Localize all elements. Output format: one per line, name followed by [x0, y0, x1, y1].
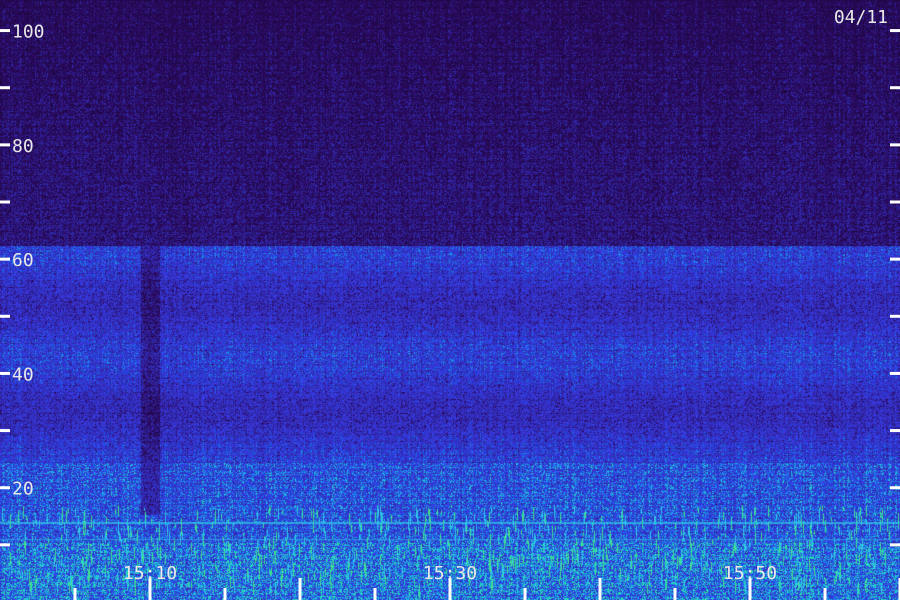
y-tick-label: 40 [12, 364, 34, 385]
y-major-tick-right [890, 29, 900, 33]
x-major-tick [298, 578, 302, 600]
spectrogram-axes: 100 80 60 40 20 15:10 15:30 15:50 04/11 [0, 7, 900, 600]
y-major-tick-right [890, 371, 900, 375]
x-minor-tick [373, 588, 377, 600]
y-minor-tick-right [890, 86, 900, 90]
x-minor-tick [673, 588, 677, 600]
x-tick-label: 15:50 [723, 563, 777, 584]
y-axis-right [890, 29, 900, 547]
spectrogram-chart: 100 80 60 40 20 15:10 15:30 15:50 04/11 [0, 0, 900, 600]
x-major-tick [598, 578, 602, 600]
y-major-tick [0, 257, 10, 261]
y-minor-tick [0, 200, 10, 204]
y-axis-left: 100 80 60 40 20 [0, 22, 45, 547]
x-tick-label: 15:30 [423, 563, 477, 584]
y-minor-tick-right [890, 314, 900, 318]
y-major-tick-right [890, 486, 900, 490]
x-minor-tick [223, 588, 227, 600]
y-tick-label: 100 [12, 22, 45, 43]
x-minor-tick [823, 588, 827, 600]
y-minor-tick [0, 314, 10, 318]
y-minor-tick-right [890, 429, 900, 433]
date-label: 04/11 [834, 7, 888, 28]
y-minor-tick [0, 429, 10, 433]
x-axis: 15:10 15:30 15:50 [73, 563, 900, 600]
y-major-tick-right [890, 257, 900, 261]
y-major-tick [0, 143, 10, 147]
y-tick-label: 20 [12, 479, 34, 500]
y-minor-tick-right [890, 543, 900, 547]
x-minor-tick [73, 588, 77, 600]
y-minor-tick-right [890, 200, 900, 204]
x-tick-label: 15:10 [123, 563, 177, 584]
y-tick-label: 80 [12, 136, 34, 157]
y-minor-tick [0, 86, 10, 90]
y-major-tick [0, 29, 10, 33]
y-major-tick [0, 486, 10, 490]
y-major-tick [0, 371, 10, 375]
x-minor-tick [523, 588, 527, 600]
y-major-tick-right [890, 143, 900, 147]
y-tick-label: 60 [12, 250, 34, 271]
y-minor-tick [0, 543, 10, 547]
